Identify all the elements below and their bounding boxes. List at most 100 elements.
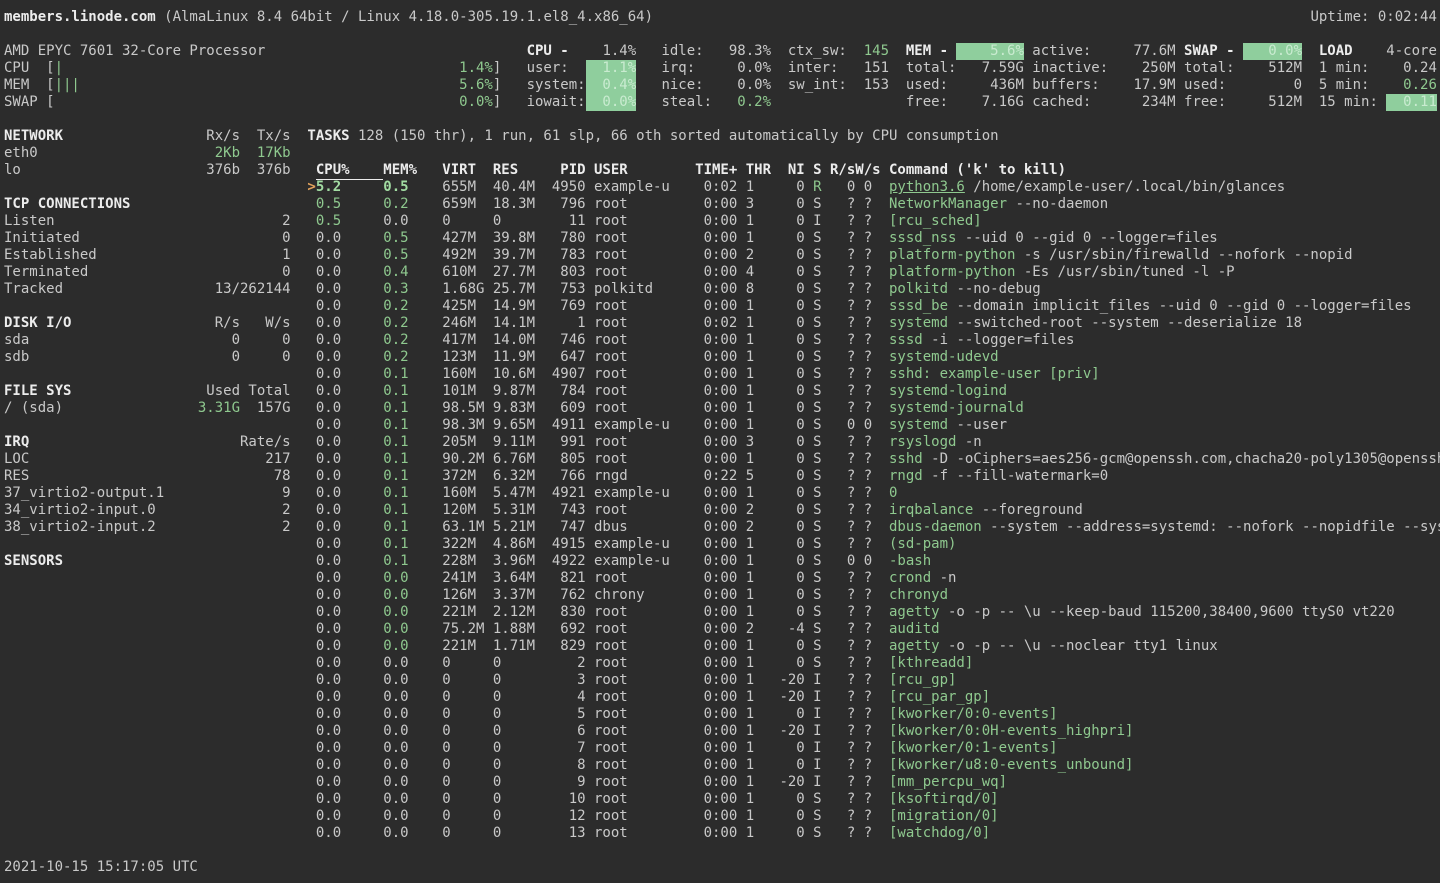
text-segment: [ [46, 77, 54, 94]
virtual-memory: 0 [442, 757, 450, 774]
io-write-rate: 0 [864, 553, 872, 570]
user: root [594, 349, 628, 366]
user: root [594, 689, 628, 706]
process-state: I [813, 774, 821, 791]
cpu-irq: 0.0% [737, 60, 771, 77]
io-read-rate: ? [847, 774, 855, 791]
thread-count: 2 [746, 247, 754, 264]
io-read-rate: ? [847, 502, 855, 519]
pid: 647 [560, 349, 585, 366]
process-state: S [813, 196, 821, 213]
column-header-rs: R/s [830, 162, 855, 179]
mem-percent: 0.1 [383, 502, 408, 519]
process-state: S [813, 349, 821, 366]
process-row: 0.50.2659M18.3M796root0:0030S??NetworkMa… [0, 196, 1440, 213]
process-row: 0.00.0126M3.37M762chrony0:0010S??chronyd [0, 587, 1440, 604]
cpu-percent: 0.0 [316, 604, 341, 621]
nice-value: 0 [796, 298, 804, 315]
command-name: [kthreadd] [889, 655, 973, 672]
user: root [594, 298, 628, 315]
io-write-rate: ? [864, 740, 872, 757]
thread-count: 1 [746, 298, 754, 315]
process-row: 0.00.0006root0:001-20I??[kworker/0:0H-ev… [0, 723, 1440, 740]
text-segment: 5 min: [1319, 77, 1370, 94]
text-segment: inactive: [1032, 60, 1108, 77]
io-read-rate: 0 [847, 179, 855, 196]
text-segment: user: [527, 60, 569, 77]
network-section-title: NETWORK [4, 128, 63, 145]
stats-line-2: CPU[|1.4%]user: 1.1%irq:0.0%inter:151tot… [0, 60, 1440, 77]
cpu-total: 1.4% [602, 43, 636, 60]
pid: 1 [577, 315, 585, 332]
cpu-time: 0:00 [704, 825, 738, 842]
cpu-time: 0:00 [704, 383, 738, 400]
user: dbus [594, 519, 628, 536]
cpu-time: 0:00 [704, 349, 738, 366]
cpu-percent: 0.0 [316, 417, 341, 434]
cpu-time: 0:00 [704, 485, 738, 502]
cpu-time: 0:00 [704, 706, 738, 723]
virtual-memory: 160M [442, 366, 476, 383]
process-row: 0.00.5492M39.7M783root0:0020S??platform-… [0, 247, 1440, 264]
io-read-rate: ? [847, 349, 855, 366]
virtual-memory: 123M [442, 349, 476, 366]
mem-percent: 0.1 [383, 417, 408, 434]
io-read-rate: ? [847, 689, 855, 706]
cpu-percent: 0.0 [316, 264, 341, 281]
mem-buffers: 17.9M [1133, 77, 1175, 94]
virtual-memory: 228M [442, 553, 476, 570]
virtual-memory: 90.2M [442, 451, 484, 468]
thread-count: 1 [746, 689, 754, 706]
command-name: polkitd [889, 281, 948, 298]
thread-count: 1 [746, 587, 754, 604]
user: root [594, 825, 628, 842]
process-row: 0.00.4610M27.7M803root0:0040S??platform-… [0, 264, 1440, 281]
process-row: 0.00.1205M9.11M991root0:0030S??rsyslogd-… [0, 434, 1440, 451]
virtual-memory: 427M [442, 230, 476, 247]
pid: 7 [577, 740, 585, 757]
cpu-time: 0:22 [704, 468, 738, 485]
process-row: 0.00.0002root0:0010S??[kthreadd] [0, 655, 1440, 672]
virtual-memory: 101M [442, 383, 476, 400]
mem-percent: 0.1 [383, 536, 408, 553]
nice-value: 0 [796, 604, 804, 621]
cpu-percent: 0.0 [316, 825, 341, 842]
user: root [594, 502, 628, 519]
process-state: S [813, 451, 821, 468]
column-header-pid: PID [560, 162, 585, 179]
thread-count: 1 [746, 808, 754, 825]
io-read-rate: ? [847, 757, 855, 774]
user: root [594, 621, 628, 638]
process-state: S [813, 417, 821, 434]
io-write-rate: ? [864, 315, 872, 332]
pid: 609 [560, 400, 585, 417]
text-segment: nice: [661, 77, 703, 94]
thread-count: 1 [746, 366, 754, 383]
io-write-rate: ? [864, 451, 872, 468]
command-name: [rcu_par_gp] [889, 689, 990, 706]
mem-percent: 0.0 [383, 587, 408, 604]
cpu-time: 0:00 [704, 570, 738, 587]
io-write-rate: ? [864, 672, 872, 689]
command-name: [mm_percpu_wq] [889, 774, 1007, 791]
user: root [594, 366, 628, 383]
cpu-percent: 0.0 [316, 757, 341, 774]
text-segment: total: [906, 60, 957, 77]
cpu-percent: 0.0 [316, 553, 341, 570]
io-write-rate: ? [864, 825, 872, 842]
command-name: [kworker/0:1-events] [889, 740, 1058, 757]
stats-line-1: AMD EPYC 7601 32-Core ProcessorCPU -1.4%… [0, 43, 1440, 60]
virtual-memory: 492M [442, 247, 476, 264]
virtual-memory: 63.1M [442, 519, 484, 536]
command-name: dbus-daemon [889, 519, 982, 536]
mem-percent: 0.0 [383, 706, 408, 723]
mem-percent: 0.0 [383, 672, 408, 689]
os-info: (AlmaLinux 8.4 64bit / Linux 4.18.0-305.… [156, 9, 653, 25]
io-write-rate: ? [864, 196, 872, 213]
cpu-time: 0:00 [704, 298, 738, 315]
mem-percent: 0.5 [383, 230, 408, 247]
io-read-rate: ? [847, 298, 855, 315]
resident-memory: 0 [493, 791, 501, 808]
cpu-time: 0:00 [704, 332, 738, 349]
thread-count: 1 [746, 179, 754, 196]
